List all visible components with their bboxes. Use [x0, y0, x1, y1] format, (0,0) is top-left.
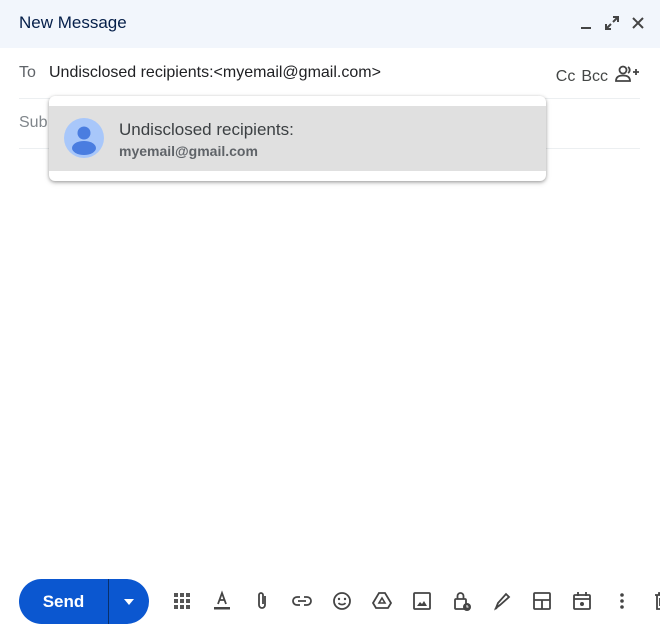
schedule-icon[interactable] [570, 589, 594, 613]
signature-icon[interactable] [490, 589, 514, 613]
subject-input[interactable]: Sub [19, 114, 47, 132]
window-title: New Message [19, 13, 127, 32]
to-label: To [19, 64, 36, 81]
person-add-icon[interactable] [614, 64, 640, 89]
to-input[interactable]: Undisclosed recipients:<myemail@gmail.co… [49, 64, 381, 82]
confidential-icon[interactable] [450, 589, 474, 613]
emoji-icon[interactable] [330, 589, 354, 613]
cc-button[interactable]: Cc [556, 68, 576, 86]
formatting-tools [170, 589, 660, 613]
drive-icon[interactable] [370, 589, 394, 613]
image-icon[interactable] [410, 589, 434, 613]
avatar [64, 118, 104, 158]
to-row: To Undisclosed recipients:<myemail@gmail… [19, 48, 640, 99]
recipient-suggestions: Undisclosed recipients: myemail@gmail.co… [49, 96, 546, 181]
bcc-button[interactable]: Bcc [581, 68, 608, 86]
suggestion-email: myemail@gmail.com [119, 143, 258, 159]
minimize-icon[interactable] [578, 13, 594, 33]
compose-toolbar: Send [19, 579, 149, 624]
more-options-icon[interactable] [610, 589, 634, 613]
apps-icon[interactable] [170, 589, 194, 613]
close-icon[interactable] [630, 13, 646, 33]
send-button[interactable]: Send [19, 579, 108, 624]
link-icon[interactable] [290, 589, 314, 613]
suggestion-name: Undisclosed recipients: [119, 120, 294, 139]
compose-header: New Message [0, 0, 660, 48]
send-button-group: Send [19, 579, 149, 624]
expand-icon[interactable] [604, 13, 620, 33]
attach-icon[interactable] [250, 589, 274, 613]
send-options-button[interactable] [109, 579, 149, 624]
suggestion-item[interactable]: Undisclosed recipients: myemail@gmail.co… [49, 106, 546, 171]
layout-icon[interactable] [530, 589, 554, 613]
text-format-icon[interactable] [210, 589, 234, 613]
trash-icon[interactable] [650, 589, 660, 613]
